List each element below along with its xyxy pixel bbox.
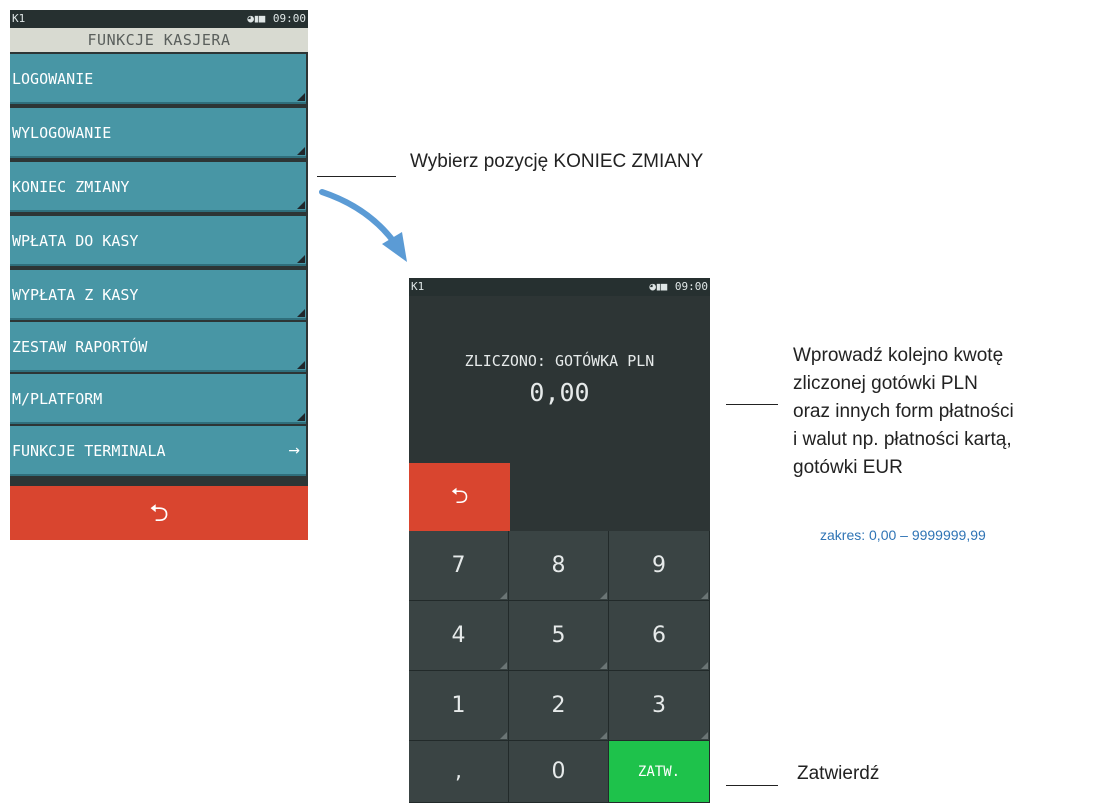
key-1[interactable]: 1 [409,671,509,741]
register-id: K1 [12,12,26,25]
key-4[interactable]: 4 [409,601,509,671]
menu-item-wyplata-z-kasy[interactable]: WYPŁATA Z KASY [10,270,306,320]
cashier-functions-screen: K1 ◕▮■ 09:00 FUNKCJE KASJERA LOGOWANIE W… [10,10,308,540]
menu-item-label: WYPŁATA Z KASY [12,286,139,304]
menu-title: FUNKCJE KASJERA [10,28,308,52]
range-note: zakres: 0,00 – 9999999,99 [820,527,986,543]
key-label: 7 [451,553,466,578]
instruction-line: gotówki EUR [793,457,903,478]
menu-item-koniec-zmiany[interactable]: KONIEC ZMIANY [10,162,306,212]
key-3[interactable]: 3 [609,671,710,741]
back-arrow-icon: ⮌ [149,499,169,527]
leader-line [726,404,778,405]
instruction-line: zliczonej gotówki PLN [793,373,978,394]
menu-item-wylogowanie[interactable]: WYLOGOWANIE [10,108,306,158]
key-label: 0 [551,759,566,784]
back-button[interactable]: ⮌ [10,486,308,540]
key-label: 1 [451,693,466,718]
menu-item-wplata-do-kasy[interactable]: WPŁATA DO KASY [10,216,306,266]
menu-item-m-platform[interactable]: M/PLATFORM [10,374,306,424]
key-label: 6 [652,623,666,648]
key-label: 3 [652,693,666,718]
key-6[interactable]: 6 [609,601,710,671]
confirm-button[interactable]: ZATW. [609,741,710,803]
key-7[interactable]: 7 [409,531,509,601]
instruction-line: Wprowadź kolejno kwotę [793,345,1004,366]
confirm-instruction: Zatwierdź [797,763,880,784]
instruction-line: i walut np. płatności kartą, [793,429,1012,450]
enter-instruction: Wprowadź kolejno kwotę zliczonej gotówki… [793,342,1093,482]
menu-item-label: KONIEC ZMIANY [12,178,130,196]
menu-item-logowanie[interactable]: LOGOWANIE [10,54,306,104]
key-label: 5 [551,623,566,648]
key-label: 9 [652,553,666,578]
register-id: K1 [411,280,425,293]
key-label: ZATW. [637,764,681,780]
key-label: 4 [451,623,466,648]
key-label: 2 [551,693,566,718]
corner-mark [297,147,305,155]
amount-label: ZLICZONO: GOTÓWKA PLN [464,352,655,370]
status-bar: K1 ◕▮■ 09:00 [409,278,710,296]
leader-line [317,176,396,177]
key-9[interactable]: 9 [609,531,710,601]
wifi-battery-icon: ◕▮■ [247,12,265,25]
arrow-right-icon: → [288,443,300,459]
menu-item-label: WPŁATA DO KASY [12,232,139,250]
menu-item-label: WYLOGOWANIE [12,124,112,142]
leader-line [726,785,778,786]
menu-item-label: LOGOWANIE [12,70,94,88]
key-label: 8 [551,553,566,578]
status-bar: K1 ◕▮■ 09:00 [10,10,308,28]
corner-mark [297,93,305,101]
corner-mark [297,309,305,317]
key-5[interactable]: 5 [509,601,609,671]
select-instruction: Wybierz pozycję KONIEC ZMIANY [410,151,704,172]
corner-mark [297,255,305,263]
wifi-battery-icon: ◕▮■ [649,280,667,293]
clock: 09:00 [674,280,708,293]
backspace-button[interactable]: ⮌ [409,463,510,531]
key-8[interactable]: 8 [509,531,609,601]
key-comma[interactable]: , [409,741,509,803]
amount-input[interactable]: 0,00 [409,378,710,407]
back-arrow-icon: ⮌ [450,484,469,509]
instruction-line: oraz innych form płatności [793,401,1014,422]
corner-mark [297,361,305,369]
clock: 09:00 [272,12,306,25]
corner-mark [297,201,305,209]
corner-mark [297,413,305,421]
key-label: , [455,759,462,784]
key-2[interactable]: 2 [509,671,609,741]
menu-item-label: ZESTAW RAPORTÓW [12,338,148,356]
cash-count-screen: K1 ◕▮■ 09:00 ZLICZONO: GOTÓWKA PLN 0,00 … [409,278,710,803]
menu-item-funkcje-terminala[interactable]: FUNKCJE TERMINALA → [10,426,306,476]
menu-item-label: FUNKCJE TERMINALA [12,442,166,460]
key-0[interactable]: 0 [509,741,609,803]
menu-item-zestaw-raportow[interactable]: ZESTAW RAPORTÓW [10,322,306,372]
menu-item-label: M/PLATFORM [12,390,103,408]
